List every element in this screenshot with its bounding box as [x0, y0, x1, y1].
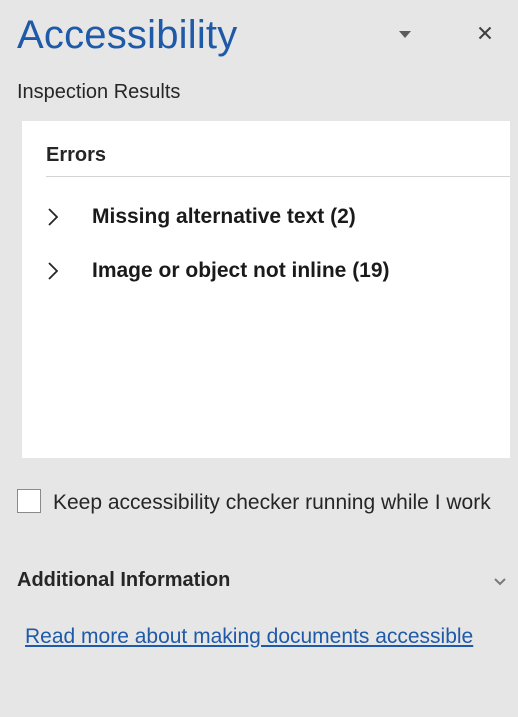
- close-icon: [478, 26, 492, 40]
- issue-not-inline[interactable]: Image or object not inline (19): [42, 253, 492, 289]
- keep-running-label[interactable]: Keep accessibility checker running while…: [53, 486, 513, 519]
- inspection-results-heading: Inspection Results: [17, 81, 181, 103]
- keep-running-checkbox[interactable]: [17, 489, 41, 513]
- chevron-right-icon: [42, 206, 64, 228]
- errors-divider: [46, 176, 510, 177]
- close-button[interactable]: [470, 18, 500, 48]
- pane-options-button[interactable]: [392, 22, 418, 48]
- issue-label: Image or object not inline (19): [92, 259, 390, 282]
- chevron-right-icon: [42, 260, 64, 282]
- additional-information-toggle[interactable]: [488, 570, 512, 594]
- additional-information-heading: Additional Information: [17, 569, 231, 591]
- errors-heading: Errors: [46, 144, 107, 166]
- read-more-link[interactable]: Read more about making documents accessi…: [25, 620, 495, 653]
- issue-label: Missing alternative text (2): [92, 205, 356, 228]
- pane-title: Accessibility: [17, 13, 238, 57]
- chevron-down-icon: [399, 31, 411, 38]
- inspection-results-panel: Errors Missing alternative text (2) Imag…: [22, 121, 510, 458]
- chevron-down-icon: [494, 578, 506, 586]
- issue-missing-alt-text[interactable]: Missing alternative text (2): [42, 199, 492, 235]
